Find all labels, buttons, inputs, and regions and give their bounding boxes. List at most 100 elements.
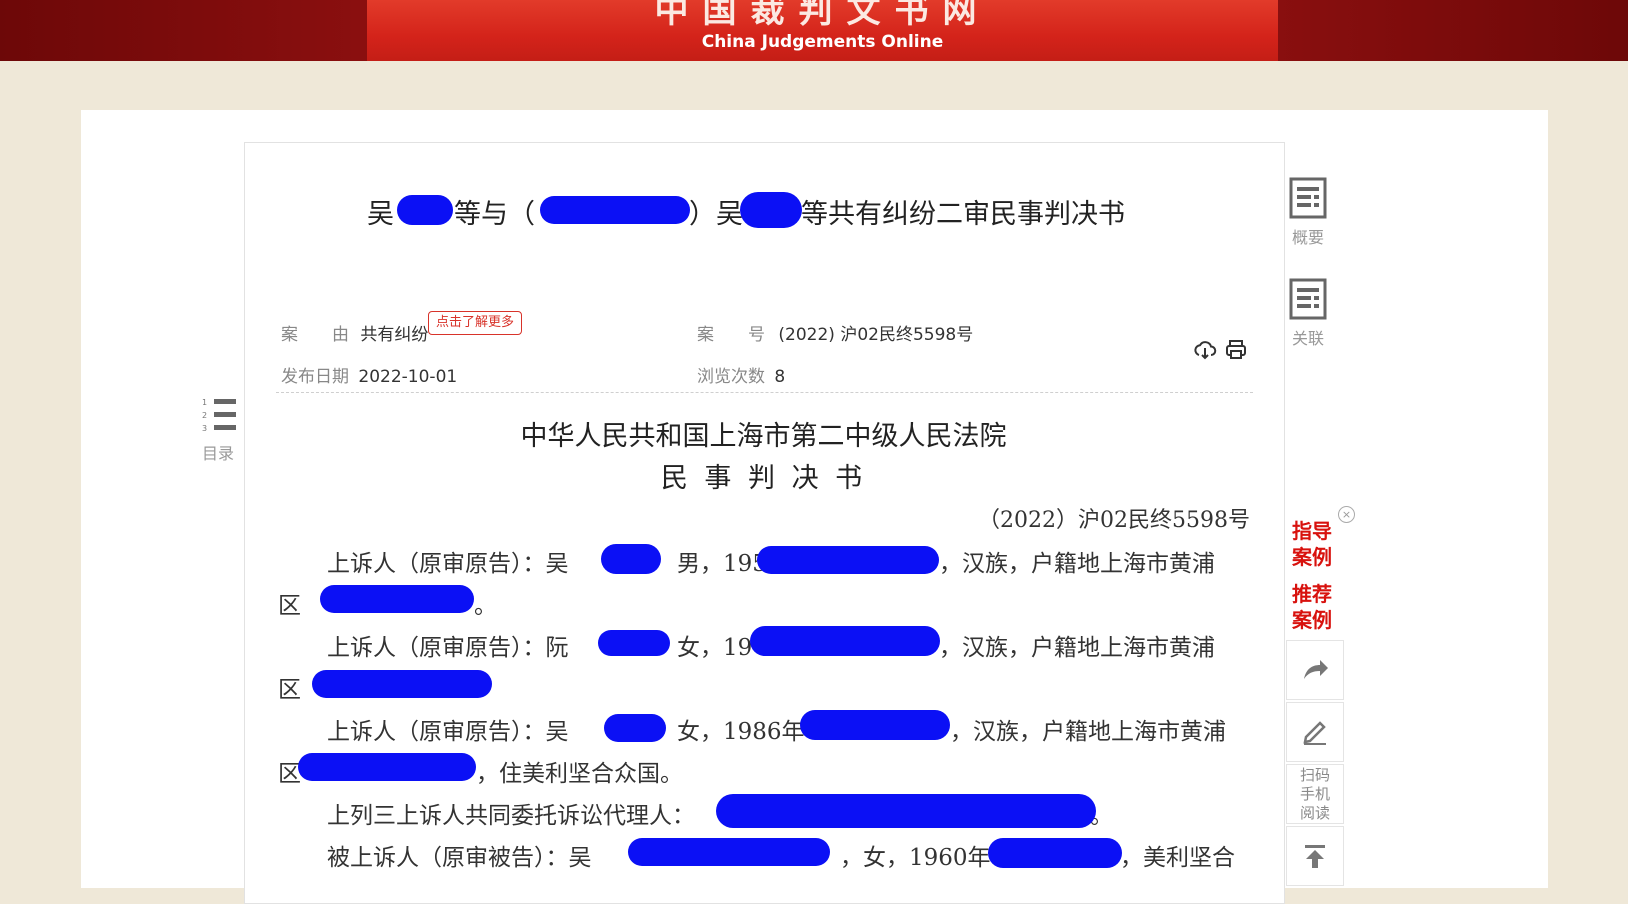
paragraph-line: ，汉族，户籍地上海市黄浦 xyxy=(939,544,1215,578)
text-segment: ，汉族，户籍地上海市黄浦 xyxy=(939,551,1215,577)
redaction xyxy=(716,794,1096,828)
text-segment: 上诉人（原审原告）：吴 xyxy=(327,551,569,577)
cause-value: 共有纠纷 xyxy=(360,325,429,345)
title-part-4: 等共有纠纷二审民事判决书 xyxy=(801,199,1125,230)
site-banner[interactable]: 中国裁判文书网 China Judgements Online xyxy=(367,0,1278,61)
paragraph-line: 区 xyxy=(278,586,301,620)
cause-label: 案 由 xyxy=(281,325,349,345)
meta-divider xyxy=(276,392,1253,393)
svg-text:3: 3 xyxy=(202,424,207,433)
guide-cases-label: 指导案例 xyxy=(1292,519,1332,569)
text-segment: 上诉人（原审原告）：吴 xyxy=(327,719,569,745)
publish-value: 2022-10-01 xyxy=(358,367,458,387)
learn-more-badge[interactable]: 点击了解更多 xyxy=(428,311,523,335)
svg-text:1: 1 xyxy=(202,398,207,407)
paragraph-line: 女，19 xyxy=(677,628,752,662)
toc-list-icon: 1 2 3 xyxy=(192,396,244,440)
back-to-top-icon xyxy=(1305,845,1325,868)
views-value: 8 xyxy=(774,367,786,387)
text-segment: ，女，1960年 xyxy=(840,845,991,871)
title-part-3: ）吴 xyxy=(689,199,743,230)
paragraph-line: 上列三上诉人共同委托诉讼代理人： xyxy=(327,796,695,830)
related-doc-icon xyxy=(1280,277,1336,325)
paragraph-line: ，汉族，户籍地上海市黄浦 xyxy=(939,628,1215,662)
paragraph-line: 上诉人（原审原告）：阮 xyxy=(327,628,569,662)
redaction xyxy=(628,838,830,866)
text-segment: 上列三上诉人共同委托诉讼代理人： xyxy=(327,803,695,829)
title-part-1: 吴 xyxy=(367,199,394,230)
share-icon xyxy=(1304,660,1328,679)
case-no-label: 案 号 xyxy=(697,325,765,345)
recommend-cases-link[interactable]: 推荐案例 xyxy=(1292,581,1336,633)
meta-publish-date: 发布日期 2022-10-01 xyxy=(281,362,457,387)
summary-label: 概要 xyxy=(1291,228,1324,247)
recommend-cases-label: 推荐案例 xyxy=(1292,582,1332,632)
print-icon[interactable] xyxy=(1224,338,1248,362)
views-label: 浏览次数 xyxy=(697,367,765,387)
summary-doc-icon xyxy=(1280,176,1336,224)
text-segment: ，住美利坚合众国。 xyxy=(476,761,683,787)
text-segment: ，汉族，户籍地上海市黄浦 xyxy=(950,719,1226,745)
case-no-value: (2022) 沪02民终5598号 xyxy=(778,325,974,345)
redaction xyxy=(757,546,939,574)
paragraph-line: 男，195 xyxy=(677,544,767,578)
edit-icon xyxy=(1303,721,1326,745)
text-segment: ，汉族，户籍地上海市黄浦 xyxy=(939,635,1215,661)
case-number: （2022）沪02民终5598号 xyxy=(978,508,1250,533)
paragraph-line: ，汉族，户籍地上海市黄浦 xyxy=(950,712,1226,746)
site-name-en: China Judgements Online xyxy=(701,32,944,52)
text-segment: 区 xyxy=(278,593,301,619)
title-redaction-3 xyxy=(740,192,802,228)
svg-text:2: 2 xyxy=(202,411,207,420)
text-segment: 被上诉人（原审被告）：吴 xyxy=(327,845,592,871)
text-segment: 男，195 xyxy=(677,551,767,577)
paragraph-line: 。 xyxy=(474,586,497,620)
redaction xyxy=(800,710,950,740)
doc-type: 民 事 判 决 书 xyxy=(660,463,867,494)
paragraph-line: 区 xyxy=(278,754,301,788)
meta-cause: 案 由 共有纠纷 xyxy=(281,320,428,345)
redaction xyxy=(298,753,476,781)
meta-views: 浏览次数 8 xyxy=(697,362,785,387)
title-redaction-1 xyxy=(397,195,453,225)
related-button[interactable]: 关联 xyxy=(1280,277,1336,349)
title-part-2: 等与（ xyxy=(454,199,535,230)
redaction xyxy=(601,544,661,574)
paragraph-line: 女，1986年 xyxy=(677,712,805,746)
guide-cases-link[interactable]: 指导案例 xyxy=(1292,518,1336,570)
redaction xyxy=(598,630,670,656)
scan-read-label: 扫码手机阅读 xyxy=(1299,765,1330,822)
paragraph-line: ，美利坚合 xyxy=(1120,838,1235,872)
redaction xyxy=(320,585,474,613)
text-segment: 。 xyxy=(474,593,497,619)
top-header: 中国裁判文书网 China Judgements Online xyxy=(0,0,1628,61)
paragraph-line: ，住美利坚合众国。 xyxy=(476,754,683,788)
meta-case-no: 案 号 (2022) 沪02民终5598号 xyxy=(697,320,973,345)
paragraph-line: 上诉人（原审原告）：吴 xyxy=(327,712,569,746)
paragraph-line: 被上诉人（原审被告）：吴 xyxy=(327,838,592,872)
close-icon[interactable]: × xyxy=(1338,506,1355,523)
scan-read-button[interactable]: 扫码手机阅读 xyxy=(1286,764,1344,824)
summary-button[interactable]: 概要 xyxy=(1280,176,1336,248)
paragraph-line: 区 xyxy=(278,670,301,704)
edit-button[interactable] xyxy=(1286,702,1344,762)
related-label: 关联 xyxy=(1291,329,1324,348)
text-segment: ，美利坚合 xyxy=(1120,845,1235,871)
site-name-cn: 中国裁判文书网 xyxy=(654,0,991,31)
text-segment: 女，19 xyxy=(677,635,753,661)
redaction xyxy=(988,838,1122,868)
download-icon[interactable] xyxy=(1193,338,1217,362)
text-segment: 区 xyxy=(278,677,301,703)
text-segment: 女，1986年 xyxy=(677,719,805,745)
redaction xyxy=(750,626,940,656)
redaction xyxy=(312,670,492,698)
share-button[interactable] xyxy=(1286,640,1344,700)
court-name: 中华人民共和国上海市第二中级人民法院 xyxy=(520,421,1007,452)
paragraph-line: ，女，1960年 xyxy=(840,838,991,872)
redaction xyxy=(604,714,666,742)
back-to-top-button[interactable] xyxy=(1286,826,1344,886)
text-segment: 上诉人（原审原告）：阮 xyxy=(327,635,569,661)
publish-label: 发布日期 xyxy=(281,367,349,387)
title-redaction-2 xyxy=(540,196,690,224)
toc-button[interactable]: 1 2 3 目录 xyxy=(192,396,244,464)
